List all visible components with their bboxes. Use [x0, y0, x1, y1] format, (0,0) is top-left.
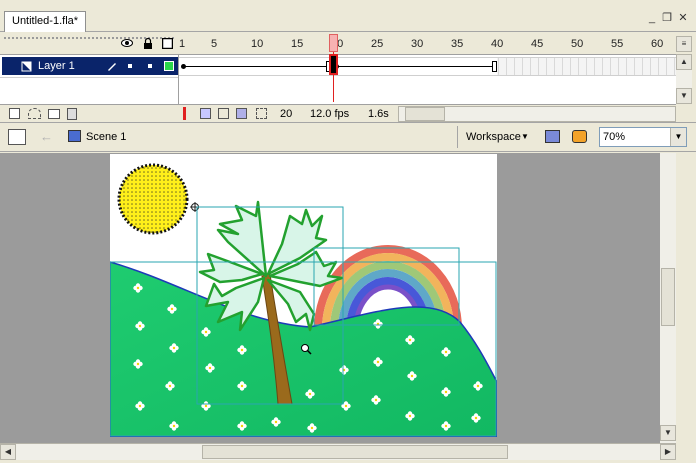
- workspace-dropdown-icon[interactable]: ▼: [521, 132, 529, 141]
- timeline-menu-icon[interactable]: ≡: [676, 36, 692, 52]
- stage-hscroll-thumb[interactable]: [202, 445, 508, 459]
- stage-scroll-right-icon[interactable]: ▶: [660, 444, 676, 460]
- modify-onion-markers-icon[interactable]: [256, 108, 267, 119]
- stage[interactable]: [110, 154, 497, 437]
- trash-icon[interactable]: [67, 108, 77, 120]
- minimize-icon[interactable]: _: [646, 12, 658, 24]
- timeline-footer: 20 12.0 fps 1.6s: [0, 104, 676, 122]
- ruler-label-45: 45: [531, 38, 544, 50]
- back-arrow-icon[interactable]: ←: [40, 129, 53, 144]
- zoom-value: 70%: [603, 131, 626, 143]
- stage-area[interactable]: ▼: [0, 153, 676, 443]
- close-icon[interactable]: ✕: [677, 12, 689, 24]
- ruler-label-10: 10: [251, 38, 264, 50]
- edit-bar: ← Scene 1 Workspace ▼ 70% ▼: [0, 122, 696, 152]
- playhead-marker[interactable]: [329, 34, 338, 52]
- visibility-dot-icon[interactable]: [128, 64, 132, 68]
- ruler-label-55: 55: [611, 38, 624, 50]
- layer-name[interactable]: Layer 1: [38, 60, 75, 72]
- ruler-label-40: 40: [491, 38, 504, 50]
- timeline-header: 151015202530354045505560 ≡: [0, 32, 696, 54]
- end-frame[interactable]: [492, 61, 497, 72]
- document-tab[interactable]: Untitled-1.fla*: [4, 11, 87, 32]
- stage-scroll-down-icon[interactable]: ▼: [660, 425, 676, 441]
- center-frame-icon[interactable]: [183, 107, 186, 120]
- restore-icon[interactable]: ❐: [661, 12, 673, 24]
- ruler-label-15: 15: [291, 38, 304, 50]
- edit-symbols-icon[interactable]: [572, 130, 587, 143]
- frame-ruler[interactable]: 151015202530354045505560: [178, 32, 676, 54]
- stage-scroll-left-icon[interactable]: ◀: [0, 444, 16, 460]
- edit-scene-icon[interactable]: [545, 130, 560, 143]
- onion-skin-icon[interactable]: [200, 108, 211, 119]
- elapsed-time: 1.6s: [368, 108, 389, 120]
- timeline-hscroll[interactable]: [398, 106, 676, 122]
- workspace-divider: [457, 126, 458, 148]
- edit-multiple-frames-icon[interactable]: [236, 108, 247, 119]
- layer-type-icon: [21, 60, 33, 75]
- timeline-hscroll-thumb[interactable]: [405, 107, 445, 121]
- current-frame: 20: [280, 108, 293, 120]
- eye-icon[interactable]: [121, 38, 133, 50]
- stage-artwork[interactable]: [110, 154, 497, 437]
- ruler-label-50: 50: [571, 38, 584, 50]
- tween-line: [185, 66, 497, 67]
- layers-list: Layer 1: [0, 54, 178, 104]
- onion-outlines-icon[interactable]: [218, 108, 229, 119]
- frame-row-layer-1[interactable]: [179, 57, 677, 76]
- ruler-label-60: 60: [651, 38, 664, 50]
- chevron-down-icon[interactable]: ▼: [670, 128, 686, 146]
- lock-icon[interactable]: [142, 37, 154, 50]
- outline-icon[interactable]: [161, 37, 173, 50]
- add-motion-guide-icon[interactable]: [28, 108, 41, 119]
- stage-vscroll[interactable]: ▼: [660, 153, 676, 443]
- ruler-label-25: 25: [371, 38, 384, 50]
- frame-rate[interactable]: 12.0 fps: [310, 108, 349, 120]
- lock-dot-icon[interactable]: [148, 64, 152, 68]
- pencil-icon[interactable]: [106, 60, 118, 75]
- stage-hscroll[interactable]: ◀ ▶: [0, 443, 676, 460]
- zoom-select[interactable]: 70% ▼: [599, 127, 687, 147]
- layer-row-separator: [0, 77, 178, 78]
- layer-color-swatch[interactable]: [164, 61, 174, 71]
- scroll-down-icon[interactable]: ▼: [676, 88, 692, 104]
- ruler-label-35: 35: [451, 38, 464, 50]
- scene-label[interactable]: Scene 1: [86, 131, 126, 143]
- timeline-panel: 151015202530354045505560 ≡ Layer 1: [0, 32, 696, 122]
- ruler-label-5: 5: [211, 38, 218, 50]
- workspace-menu[interactable]: Workspace: [466, 131, 521, 143]
- frames-grid[interactable]: [178, 54, 677, 104]
- timeline-toggle-icon[interactable]: [8, 129, 26, 145]
- sun-shape[interactable]: [117, 163, 189, 235]
- document-tab-bar: Untitled-1.fla* _ ❐ ✕: [0, 0, 696, 32]
- document-tab-label: Untitled-1.fla*: [12, 15, 79, 27]
- timeline-vscroll[interactable]: ▲ ▼: [676, 54, 692, 104]
- stage-vscroll-thumb[interactable]: [661, 268, 675, 326]
- scroll-up-icon[interactable]: ▲: [676, 54, 692, 70]
- ruler-label-1: 1: [179, 38, 186, 50]
- layer-row-layer-1[interactable]: Layer 1: [2, 57, 178, 75]
- scene-clapper-icon: [68, 130, 81, 142]
- current-frame-indicator: [329, 54, 338, 75]
- insert-layer-icon[interactable]: [9, 108, 20, 119]
- insert-folder-icon[interactable]: [48, 109, 60, 119]
- ruler-label-30: 30: [411, 38, 424, 50]
